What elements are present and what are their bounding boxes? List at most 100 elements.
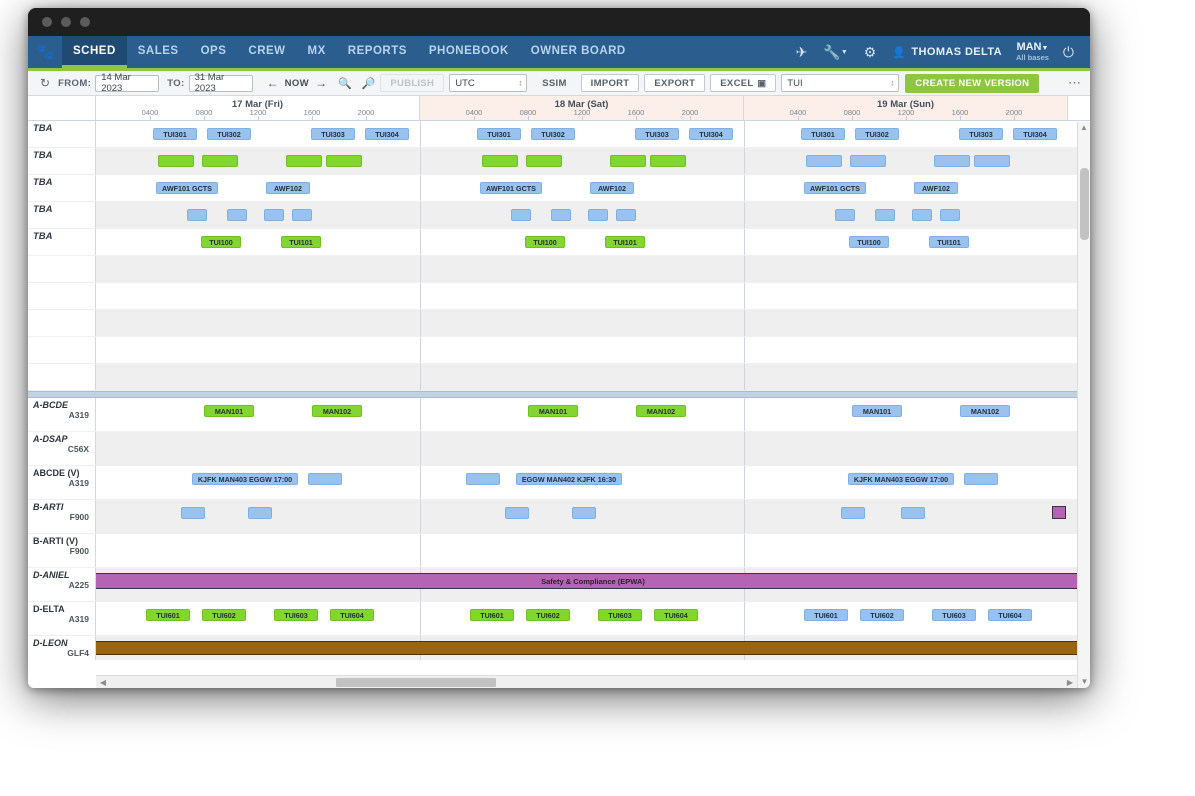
row-lanes[interactable] — [96, 310, 1090, 336]
aircraft-label[interactable]: B-ARTIF900 — [28, 500, 96, 533]
flight-bar[interactable]: TUI601 — [804, 609, 848, 621]
user-menu[interactable]: 👤 THOMAS DELTA — [884, 46, 1010, 59]
row-lanes[interactable]: MAN101MAN102MAN101MAN102MAN101MAN102 — [96, 398, 1090, 431]
flight-bar[interactable] — [187, 209, 207, 221]
flight-bar[interactable]: TUI303 — [959, 128, 1003, 140]
flight-bar[interactable]: TUI100 — [525, 236, 565, 248]
minimize-dot[interactable] — [61, 17, 71, 27]
publish-button[interactable]: PUBLISH — [380, 74, 444, 92]
row-lanes[interactable] — [96, 337, 1090, 363]
flight-bar[interactable]: AWF102 — [590, 182, 634, 194]
aircraft-label[interactable]: B-ARTI (V)F900 — [28, 534, 96, 567]
flight-bar[interactable] — [326, 155, 362, 167]
flight-bar[interactable]: KJFK MAN403 EGGW 17:00 — [848, 473, 954, 485]
flight-bar[interactable] — [292, 209, 312, 221]
flight-bar[interactable] — [308, 473, 342, 485]
row-lanes[interactable]: TUI100 TUI101 TUI100 TUI101 TUI100 TUI101 — [96, 229, 1090, 255]
nav-tab-owner-board[interactable]: OWNER BOARD — [520, 36, 637, 68]
ellipsis-icon[interactable]: ⋯ — [1068, 75, 1082, 91]
flight-bar[interactable] — [850, 155, 886, 167]
zoom-out-icon[interactable]: 🔎 — [357, 77, 381, 90]
flight-bar[interactable] — [511, 209, 531, 221]
flight-bar[interactable]: TUI603 — [932, 609, 976, 621]
row-lanes[interactable]: Safety & Compliance (EPWA) — [96, 568, 1090, 601]
flight-bar[interactable] — [835, 209, 855, 221]
brand-logo[interactable]: 🐾 — [28, 36, 62, 68]
flight-bar[interactable]: TUI604 — [988, 609, 1032, 621]
maximize-dot[interactable] — [80, 17, 90, 27]
row-label[interactable] — [28, 337, 96, 363]
flight-bar[interactable]: TUI303 — [311, 128, 355, 140]
arrow-left-icon[interactable]: ← — [267, 76, 279, 90]
vertical-scroll-thumb[interactable] — [1080, 168, 1089, 240]
nav-tab-sales[interactable]: SALES — [127, 36, 190, 68]
aircraft-label[interactable]: A-BCDEA319 — [28, 398, 96, 431]
flight-bar[interactable]: MAN102 — [312, 405, 362, 417]
row-label[interactable]: TBA — [28, 202, 96, 228]
row-lanes[interactable] — [96, 432, 1090, 465]
to-date-input[interactable]: 31 Mar 2023 — [189, 75, 253, 92]
row-lanes[interactable] — [96, 500, 1090, 533]
flight-bar[interactable] — [901, 507, 925, 519]
flight-bar[interactable]: TUI603 — [274, 609, 318, 621]
from-date-input[interactable]: 14 Mar 2023 — [95, 75, 159, 92]
flight-bar[interactable]: TUI301 — [801, 128, 845, 140]
flight-bar[interactable] — [551, 209, 571, 221]
nav-tab-sched[interactable]: SCHED — [62, 36, 127, 68]
flight-bar[interactable] — [181, 507, 205, 519]
scroll-down-icon[interactable]: ▼ — [1078, 676, 1090, 688]
vertical-scrollbar[interactable]: ▲ ▼ — [1077, 122, 1090, 688]
base-selector[interactable]: MAN▼ All bases — [1010, 42, 1055, 61]
flight-bar[interactable] — [650, 155, 686, 167]
row-label[interactable]: TBA — [28, 148, 96, 174]
flight-bar[interactable] — [482, 155, 518, 167]
flight-bar[interactable] — [526, 155, 562, 167]
row-lanes[interactable]: TUI601TUI602TUI603TUI604TUI601TUI602TUI6… — [96, 602, 1090, 635]
flight-bar[interactable]: TUI604 — [330, 609, 374, 621]
now-button[interactable]: NOW — [285, 78, 309, 89]
flight-bar[interactable] — [286, 155, 322, 167]
flight-bar[interactable]: EGGW MAN402 KJFK 16:30 — [516, 473, 622, 485]
flight-bar[interactable]: AWF101 GCTS — [804, 182, 866, 194]
flight-bar[interactable]: MAN102 — [636, 405, 686, 417]
flight-bar[interactable]: MAN101 — [204, 405, 254, 417]
flight-bar[interactable] — [202, 155, 238, 167]
flight-bar[interactable]: TUI602 — [202, 609, 246, 621]
flight-bar[interactable]: TUI603 — [598, 609, 642, 621]
flight-bar[interactable] — [572, 507, 596, 519]
maintenance-chip[interactable] — [1052, 506, 1066, 519]
window-controls[interactable] — [42, 17, 90, 27]
flight-bar[interactable]: AWF101 GCTS — [156, 182, 218, 194]
row-lanes[interactable] — [96, 283, 1090, 309]
flight-bar[interactable]: TUI101 — [605, 236, 645, 248]
timezone-select[interactable]: UTC ↕ — [449, 74, 527, 92]
wrench-icon[interactable]: 🔧▼ — [815, 36, 855, 68]
horizontal-scrollbar[interactable]: ◀ ▶ — [96, 675, 1077, 688]
flight-bar[interactable] — [616, 209, 636, 221]
nav-tab-reports[interactable]: REPORTS — [337, 36, 418, 68]
import-button[interactable]: IMPORT — [581, 74, 640, 92]
row-lanes[interactable] — [96, 148, 1090, 174]
row-lanes[interactable] — [96, 256, 1090, 282]
refresh-icon[interactable]: ↻ — [34, 76, 58, 90]
flight-bar[interactable]: TUI100 — [849, 236, 889, 248]
row-lanes[interactable] — [96, 534, 1090, 567]
aircraft-label[interactable]: D-LEONGLF4 — [28, 636, 96, 660]
flight-bar[interactable] — [964, 473, 998, 485]
arrow-right-icon[interactable]: → — [315, 76, 327, 90]
flight-bar[interactable]: TUI301 — [153, 128, 197, 140]
gear-icon[interactable]: ⚙ — [856, 36, 885, 68]
flight-bar[interactable]: AWF102 — [914, 182, 958, 194]
flight-bar[interactable]: TUI100 — [201, 236, 241, 248]
aircraft-label[interactable]: ABCDE (V)A319 — [28, 466, 96, 499]
flight-bar[interactable]: MAN102 — [960, 405, 1010, 417]
scroll-left-icon[interactable]: ◀ — [96, 678, 110, 687]
flight-bar[interactable]: TUI101 — [929, 236, 969, 248]
flight-bar[interactable] — [875, 209, 895, 221]
flight-bar[interactable] — [158, 155, 194, 167]
flight-bar[interactable]: TUI302 — [207, 128, 251, 140]
close-dot[interactable] — [42, 17, 52, 27]
flight-bar[interactable]: TUI101 — [281, 236, 321, 248]
nav-tab-phonebook[interactable]: PHONEBOOK — [418, 36, 520, 68]
flight-bar[interactable]: TUI304 — [1013, 128, 1057, 140]
